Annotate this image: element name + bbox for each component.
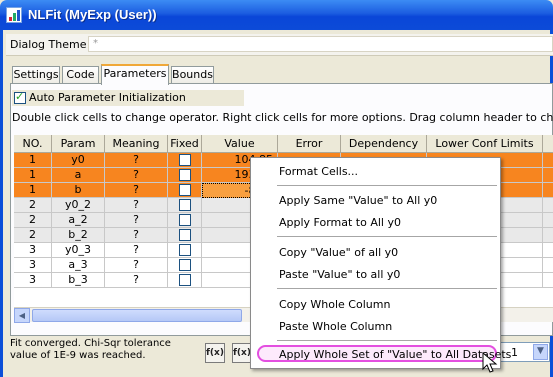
header-dependency[interactable]: Dependency: [341, 135, 427, 153]
menu-separator: [277, 185, 497, 186]
cell-fixed[interactable]: [168, 273, 202, 288]
cell-no[interactable]: 1: [14, 183, 52, 198]
menu-item-apply-whole-set[interactable]: Apply Whole Set of "Value" to All Datase…: [279, 348, 511, 361]
cell-upper-conf[interactable]: [543, 273, 553, 288]
cell-param[interactable]: a_3: [52, 258, 105, 273]
cell-param[interactable]: y0: [52, 153, 105, 168]
cell-meaning[interactable]: ?: [105, 258, 168, 273]
fixed-checkbox[interactable]: [178, 199, 191, 211]
fixed-checkbox[interactable]: [178, 214, 191, 226]
fixed-checkbox[interactable]: [178, 244, 191, 256]
header-no[interactable]: NO.: [14, 135, 52, 153]
cell-upper-conf[interactable]: [543, 243, 553, 258]
fit-one-iteration-button[interactable]: f(x): [205, 343, 225, 363]
cell-no[interactable]: 1: [14, 168, 52, 183]
tab-settings[interactable]: Settings: [12, 66, 60, 84]
menu-separator: [277, 236, 497, 237]
cell-fixed[interactable]: [168, 213, 202, 228]
mouse-cursor-icon: [482, 352, 498, 373]
window-title: NLFit (MyExp (User)): [28, 7, 157, 22]
context-menu: Format Cells... Apply Same "Value" to Al…: [250, 157, 511, 369]
dialog-theme-label: Dialog Theme: [10, 38, 87, 51]
menu-item-copy-whole-column[interactable]: Copy Whole Column: [279, 298, 390, 311]
menu-separator: [277, 340, 497, 341]
tab-parameters[interactable]: Parameters: [101, 64, 169, 85]
cell-fixed[interactable]: [168, 183, 202, 198]
cell-upper-conf[interactable]: [543, 228, 553, 243]
dropdown-arrow-icon[interactable]: ▼: [533, 344, 548, 360]
cell-meaning[interactable]: ?: [105, 198, 168, 213]
header-fixed[interactable]: Fixed: [168, 135, 202, 153]
cell-fixed[interactable]: [168, 228, 202, 243]
cell-upper-conf[interactable]: [543, 213, 553, 228]
cell-upper-conf[interactable]: [543, 153, 553, 168]
fixed-checkbox[interactable]: [178, 259, 191, 271]
cell-meaning[interactable]: ?: [105, 153, 168, 168]
cell-meaning[interactable]: ?: [105, 183, 168, 198]
fixed-checkbox[interactable]: [178, 154, 191, 166]
header-value[interactable]: Value: [202, 135, 278, 153]
header-lower-conf-limits[interactable]: Lower Conf Limits: [427, 135, 543, 153]
fixed-checkbox[interactable]: [178, 169, 191, 181]
cell-no[interactable]: 1: [14, 153, 52, 168]
menu-item-paste-value[interactable]: Paste "Value" to all y0: [279, 268, 400, 281]
scroll-left-arrow-icon[interactable]: ◀: [14, 308, 30, 323]
cell-param[interactable]: y0_3: [52, 243, 105, 258]
cell-meaning[interactable]: ?: [105, 243, 168, 258]
dialog-theme-row: Dialog Theme *: [6, 34, 553, 56]
cell-param[interactable]: b_2: [52, 228, 105, 243]
cell-no[interactable]: 3: [14, 273, 52, 288]
fixed-checkbox[interactable]: [178, 274, 191, 286]
menu-item-copy-value[interactable]: Copy "Value" of all y0: [279, 246, 398, 259]
scrollbar-thumb[interactable]: [32, 309, 242, 322]
cell-param[interactable]: b: [52, 183, 105, 198]
tab-code[interactable]: Code: [62, 66, 99, 84]
cell-upper-conf[interactable]: [543, 198, 553, 213]
cell-fixed[interactable]: [168, 258, 202, 273]
cell-fixed[interactable]: [168, 168, 202, 183]
fit-until-converged-button[interactable]: f(x): [232, 343, 252, 363]
cell-no[interactable]: 2: [14, 228, 52, 243]
instructions-text: Double click cells to change operator. R…: [12, 111, 553, 124]
auto-param-row[interactable]: Auto Parameter Initialization: [12, 90, 244, 106]
cell-meaning[interactable]: ?: [105, 213, 168, 228]
dialog-theme-field[interactable]: *: [88, 36, 553, 52]
menu-item-apply-same-value[interactable]: Apply Same "Value" to All y0: [279, 194, 437, 207]
header-meaning[interactable]: Meaning: [105, 135, 168, 153]
cell-no[interactable]: 2: [14, 213, 52, 228]
header-error[interactable]: Error: [278, 135, 341, 153]
cell-upper-conf[interactable]: [543, 258, 553, 273]
cell-no[interactable]: 3: [14, 243, 52, 258]
cell-no[interactable]: 3: [14, 258, 52, 273]
cell-fixed[interactable]: [168, 243, 202, 258]
cell-meaning[interactable]: ?: [105, 228, 168, 243]
fixed-checkbox[interactable]: [178, 229, 191, 241]
cell-upper-conf[interactable]: [543, 183, 553, 198]
cell-param[interactable]: b_3: [52, 273, 105, 288]
fixed-checkbox[interactable]: [178, 184, 191, 196]
cell-meaning[interactable]: ?: [105, 273, 168, 288]
menu-separator: [277, 288, 497, 289]
cell-fixed[interactable]: [168, 198, 202, 213]
cell-fixed[interactable]: [168, 153, 202, 168]
header-param[interactable]: Param: [52, 135, 105, 153]
menu-item-format-cells[interactable]: Format Cells...: [279, 165, 358, 178]
table-header: NO. Param Meaning Fixed Value Error Depe…: [14, 135, 553, 153]
title-bar[interactable]: NLFit (MyExp (User)): [0, 0, 553, 30]
cell-no[interactable]: 2: [14, 198, 52, 213]
fit-status-text: Fit converged. Chi-Sqr tolerance value o…: [10, 338, 171, 361]
auto-param-label: Auto Parameter Initialization: [29, 91, 186, 104]
auto-param-checkbox[interactable]: [14, 90, 26, 104]
header-upper-conf-limits[interactable]: Up: [543, 135, 553, 153]
iteration-value: 1: [511, 346, 518, 359]
menu-item-apply-format[interactable]: Apply Format to All y0: [279, 216, 401, 229]
cell-param[interactable]: a: [52, 168, 105, 183]
nlfit-app-icon: [6, 7, 22, 23]
cell-param[interactable]: a_2: [52, 213, 105, 228]
cell-upper-conf[interactable]: [543, 168, 553, 183]
menu-item-paste-whole-column[interactable]: Paste Whole Column: [279, 320, 392, 333]
tab-bounds[interactable]: Bounds: [171, 66, 214, 84]
cell-meaning[interactable]: ?: [105, 168, 168, 183]
cell-param[interactable]: y0_2: [52, 198, 105, 213]
